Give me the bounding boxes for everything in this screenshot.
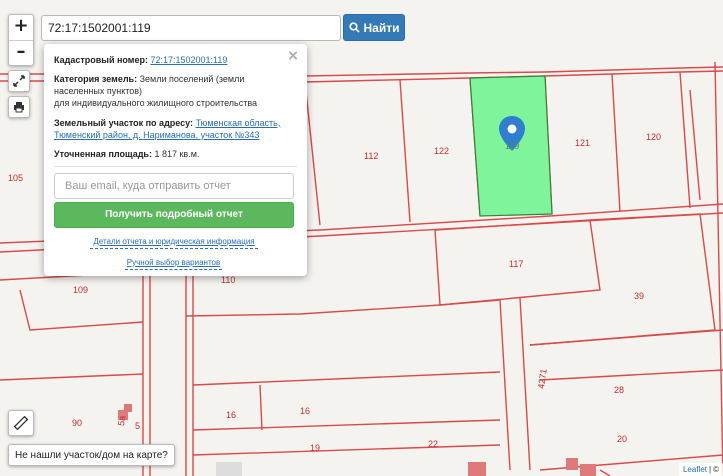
email-field[interactable]: Ваш email, куда отправить отчет xyxy=(54,172,294,199)
plot-number-121: 121 xyxy=(575,138,591,148)
zoom-out-button[interactable]: – xyxy=(9,40,33,65)
cadastral-label: Кадастровый номер: xyxy=(54,55,148,65)
land-category-label: Категория земель: xyxy=(54,74,138,85)
cadastral-number-link[interactable]: 72:17:1502001:119 xyxy=(150,55,227,65)
plot-number-122: 122 xyxy=(434,146,450,156)
report-details-link[interactable]: Детали отчета и юридическая информация xyxy=(90,237,258,249)
search-button[interactable]: Найти xyxy=(343,14,405,41)
land-usage-value: для индивидуального жилищного строительс… xyxy=(54,98,258,109)
plot-number-28: 28 xyxy=(614,385,625,395)
area-row: Уточненная площадь: 1 817 кв.м. xyxy=(54,148,297,160)
plot-number-90: 90 xyxy=(72,418,83,428)
area-value: 1 817 кв.м. xyxy=(154,148,200,159)
land-category-row: Категория земель: Земли поселений (земли… xyxy=(54,73,297,109)
area-label: Уточненная площадь: xyxy=(54,148,152,159)
plot-number-112: 112 xyxy=(364,151,379,161)
measure-button[interactable] xyxy=(8,410,34,436)
plot-number-119: 119 xyxy=(505,141,520,151)
plot-number-16b: 16 xyxy=(300,406,311,416)
plot-number-105: 105 xyxy=(8,173,24,183)
plot-number-39: 39 xyxy=(634,291,645,301)
attribution: Leaflet | © xyxy=(678,463,723,476)
get-report-button[interactable]: Получить подробный отчет xyxy=(54,201,294,228)
close-icon[interactable]: × xyxy=(287,48,299,64)
expand-icon xyxy=(13,75,25,87)
fullscreen-button[interactable] xyxy=(8,70,30,92)
search-input[interactable]: 72:17:1502001:119 xyxy=(41,15,341,41)
attribution-copyright: © xyxy=(713,465,719,474)
print-button[interactable] xyxy=(8,96,30,118)
plot-number-19: 19 xyxy=(310,443,321,453)
cadastral-number-row: Кадастровый номер: 72:17:1502001:119 xyxy=(54,54,297,66)
address-row: Земельный участок по адресу: Тюменская о… xyxy=(54,117,297,141)
printer-icon xyxy=(14,102,24,113)
zoom-control: + – xyxy=(8,14,34,66)
plot-number-22: 22 xyxy=(428,439,439,449)
plot-number-110: 110 xyxy=(221,275,236,285)
address-label: Земельный участок по адресу: xyxy=(54,117,194,128)
plot-number-117: 117 xyxy=(509,259,524,269)
attribution-separator: | xyxy=(709,465,712,474)
parcel-info-popup: × Кадастровый номер: 72:17:1502001:119 К… xyxy=(44,44,307,276)
plot-number-109: 109 xyxy=(73,285,89,295)
plot-number-5: 5 xyxy=(135,421,141,431)
manual-selection-link[interactable]: Ручной выбор вариантов xyxy=(125,258,222,270)
plot-number-120: 120 xyxy=(646,132,662,142)
search-button-label: Найти xyxy=(363,20,400,35)
plot-number-5a: 5а xyxy=(116,415,128,427)
zoom-in-button[interactable]: + xyxy=(9,15,33,40)
leaflet-link[interactable]: Leaflet xyxy=(683,465,707,474)
plot-number-20: 20 xyxy=(617,434,628,444)
ruler-icon xyxy=(14,416,28,430)
not-found-button[interactable]: Не нашли участок/дом на карте? xyxy=(8,444,175,466)
plot-number-16a: 16 xyxy=(226,410,237,420)
search-icon xyxy=(348,22,360,33)
